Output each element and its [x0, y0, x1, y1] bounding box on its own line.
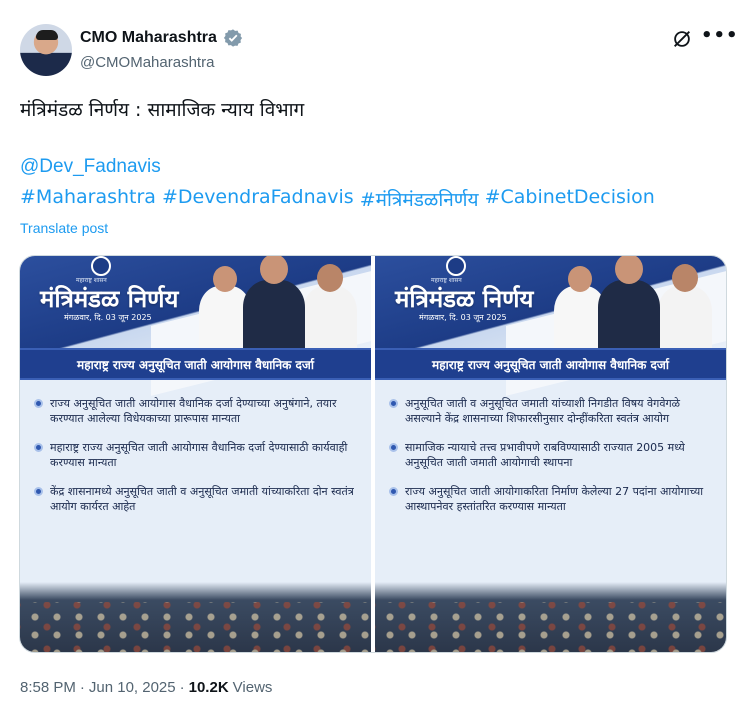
- bullet-icon: [389, 487, 398, 496]
- bullet-icon: [34, 443, 43, 452]
- subject-bar: महाराष्ट्र राज्य अनुसूचित जाती आयोगास वै…: [20, 348, 371, 380]
- bullet-icon: [389, 443, 398, 452]
- post-meta: 8:58 PM · Jun 10, 2025 · 10.2K Views: [20, 679, 272, 696]
- subject-bar: महाराष्ट्र राज्य अनुसूचित जाती आयोगास वै…: [375, 348, 726, 380]
- name-row: CMO Maharashtra: [80, 28, 243, 48]
- meta-separator: ·: [179, 679, 185, 696]
- grok-icon[interactable]: [671, 28, 693, 50]
- hashtag-link[interactable]: #CabinetDecision: [485, 186, 655, 212]
- list-item: केंद्र शासनामध्ये अनुसूचित जाती व अनुसूच…: [34, 484, 358, 514]
- views-count: 10.2K: [188, 679, 229, 696]
- avatar[interactable]: [20, 24, 72, 76]
- leaders-photo: [554, 256, 714, 348]
- display-name[interactable]: CMO Maharashtra: [80, 29, 217, 47]
- decision-points: अनुसूचित जाती व अनुसूचित जमाती यांच्याशी…: [389, 396, 713, 528]
- subject-text: महाराष्ट्र राज्य अनुसूचित जाती आयोगास वै…: [432, 357, 669, 372]
- background-crowd-photo: [20, 582, 371, 652]
- card-title: मंत्रिमंडळ निर्णय: [40, 285, 179, 313]
- decision-points: राज्य अनुसूचित जाती आयोगास वैधानिक दर्जा…: [34, 396, 358, 528]
- card-title: मंत्रिमंडळ निर्णय: [395, 285, 534, 313]
- bullet-icon: [389, 399, 398, 408]
- handle[interactable]: @CMOMaharashtra: [80, 54, 214, 71]
- views-label: Views: [232, 679, 273, 696]
- list-item: महाराष्ट्र राज्य अनुसूचित जाती आयोगास वै…: [34, 440, 358, 470]
- card-date: मंगळवार, दि. 03 जून 2025: [64, 313, 152, 322]
- post-header: CMO Maharashtra @CMOMaharashtra •••: [20, 24, 738, 80]
- media-grid: महाराष्ट्र शासन मंत्रिमंडळ निर्णय मंगळवा…: [19, 255, 727, 653]
- post-time[interactable]: 8:58 PM: [20, 679, 76, 696]
- media-image[interactable]: महाराष्ट्र शासन मंत्रिमंडळ निर्णय मंगळवा…: [20, 256, 371, 652]
- leaders-photo: [199, 256, 359, 348]
- hashtag-link[interactable]: #मंत्रिमंडळनिर्णय: [360, 186, 479, 212]
- hashtag-list: #Maharashtra #DevendraFadnavis #मंत्रिमं…: [20, 186, 655, 212]
- subject-text: महाराष्ट्र राज्य अनुसूचित जाती आयोगास वै…: [77, 357, 314, 372]
- more-icon[interactable]: •••: [701, 26, 738, 50]
- list-item: राज्य अनुसूचित जाती आयोगास वैधानिक दर्जा…: [34, 396, 358, 426]
- media-image[interactable]: महाराष्ट्र शासन मंत्रिमंडळ निर्णय मंगळवा…: [375, 256, 726, 652]
- background-crowd-photo: [375, 582, 726, 652]
- hashtag-link[interactable]: #DevendraFadnavis: [162, 186, 354, 212]
- bullet-icon: [34, 399, 43, 408]
- card-date: मंगळवार, दि. 03 जून 2025: [419, 313, 507, 322]
- list-item: अनुसूचित जाती व अनुसूचित जमाती यांच्याशी…: [389, 396, 713, 426]
- state-emblem-icon: [446, 256, 466, 276]
- verified-badge-icon: [223, 29, 243, 47]
- tweet-text: मंत्रिमंडळ निर्णय : सामाजिक न्याय विभाग: [20, 99, 305, 121]
- bullet-icon: [34, 487, 43, 496]
- hashtag-link[interactable]: #Maharashtra: [20, 186, 156, 212]
- state-emblem-icon: [91, 256, 111, 276]
- meta-separator: ·: [79, 679, 85, 696]
- list-item: राज्य अनुसूचित जाती आयोगाकरिता निर्माण क…: [389, 484, 713, 514]
- mention-link[interactable]: @Dev_Fadnavis: [20, 156, 161, 178]
- post-date[interactable]: Jun 10, 2025: [89, 679, 176, 696]
- list-item: सामाजिक न्यायाचे तत्त्व प्रभावीपणे राबवि…: [389, 440, 713, 470]
- translate-post-link[interactable]: Translate post: [20, 220, 108, 236]
